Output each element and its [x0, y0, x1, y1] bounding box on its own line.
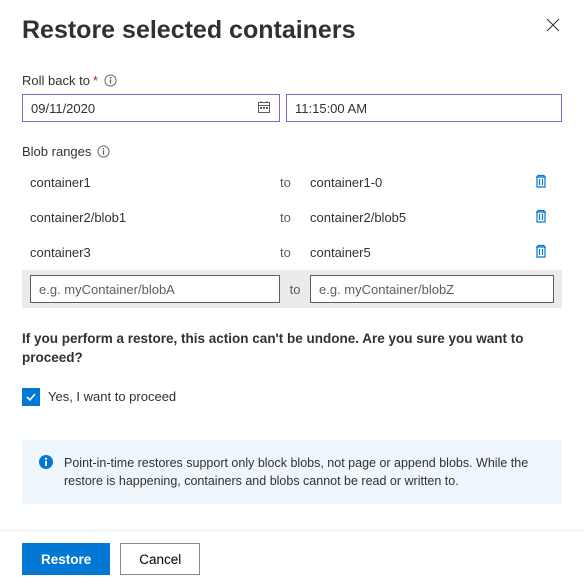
range-from: container3	[30, 245, 280, 260]
range-from: container1	[30, 175, 280, 190]
confirm-checkbox[interactable]	[22, 388, 40, 406]
delete-range-button[interactable]	[534, 208, 554, 227]
blob-ranges-list: container1 to container1-0 container2/bl…	[22, 165, 562, 308]
check-icon	[25, 391, 37, 403]
rollback-time-value: 11:15:00 AM	[295, 101, 367, 116]
rollback-time-input[interactable]: 11:15:00 AM	[286, 94, 562, 122]
range-to-word: to	[280, 245, 310, 260]
info-icon[interactable]	[104, 74, 117, 87]
blob-ranges-label: Blob ranges	[22, 144, 91, 159]
required-asterisk: *	[93, 73, 98, 88]
panel-title: Restore selected containers	[22, 16, 355, 45]
restore-warning-text: If you perform a restore, this action ca…	[22, 330, 562, 368]
range-from: container2/blob1	[30, 210, 280, 225]
range-to: container2/blob5	[310, 210, 524, 225]
range-from-input[interactable]	[30, 275, 280, 303]
delete-range-button[interactable]	[534, 173, 554, 192]
info-icon	[38, 454, 54, 490]
delete-range-button[interactable]	[534, 243, 554, 262]
range-to-input[interactable]	[310, 275, 554, 303]
blob-range-row: container2/blob1 to container2/blob5	[22, 200, 562, 235]
close-icon	[546, 18, 560, 32]
info-text: Point-in-time restores support only bloc…	[64, 454, 546, 490]
confirm-label: Yes, I want to proceed	[48, 389, 176, 404]
range-to-word: to	[280, 282, 310, 297]
range-to-word: to	[280, 175, 310, 190]
range-to: container5	[310, 245, 524, 260]
restore-button[interactable]: Restore	[22, 543, 110, 575]
blob-range-row: container3 to container5	[22, 235, 562, 270]
info-icon[interactable]	[97, 145, 110, 158]
range-to-word: to	[280, 210, 310, 225]
range-to: container1-0	[310, 175, 524, 190]
info-callout: Point-in-time restores support only bloc…	[22, 440, 562, 504]
rollback-date-value: 09/11/2020	[31, 101, 95, 116]
blob-range-row: container1 to container1-0	[22, 165, 562, 200]
blob-range-input-row: to	[22, 270, 562, 308]
cancel-button[interactable]: Cancel	[120, 543, 200, 575]
calendar-icon	[257, 100, 271, 117]
close-button[interactable]	[544, 16, 562, 34]
rollback-date-input[interactable]: 09/11/2020	[22, 94, 280, 122]
rollback-label: Roll back to	[22, 73, 90, 88]
trash-icon	[534, 173, 548, 189]
trash-icon	[534, 208, 548, 224]
trash-icon	[534, 243, 548, 259]
panel-footer: Restore Cancel	[0, 530, 584, 587]
